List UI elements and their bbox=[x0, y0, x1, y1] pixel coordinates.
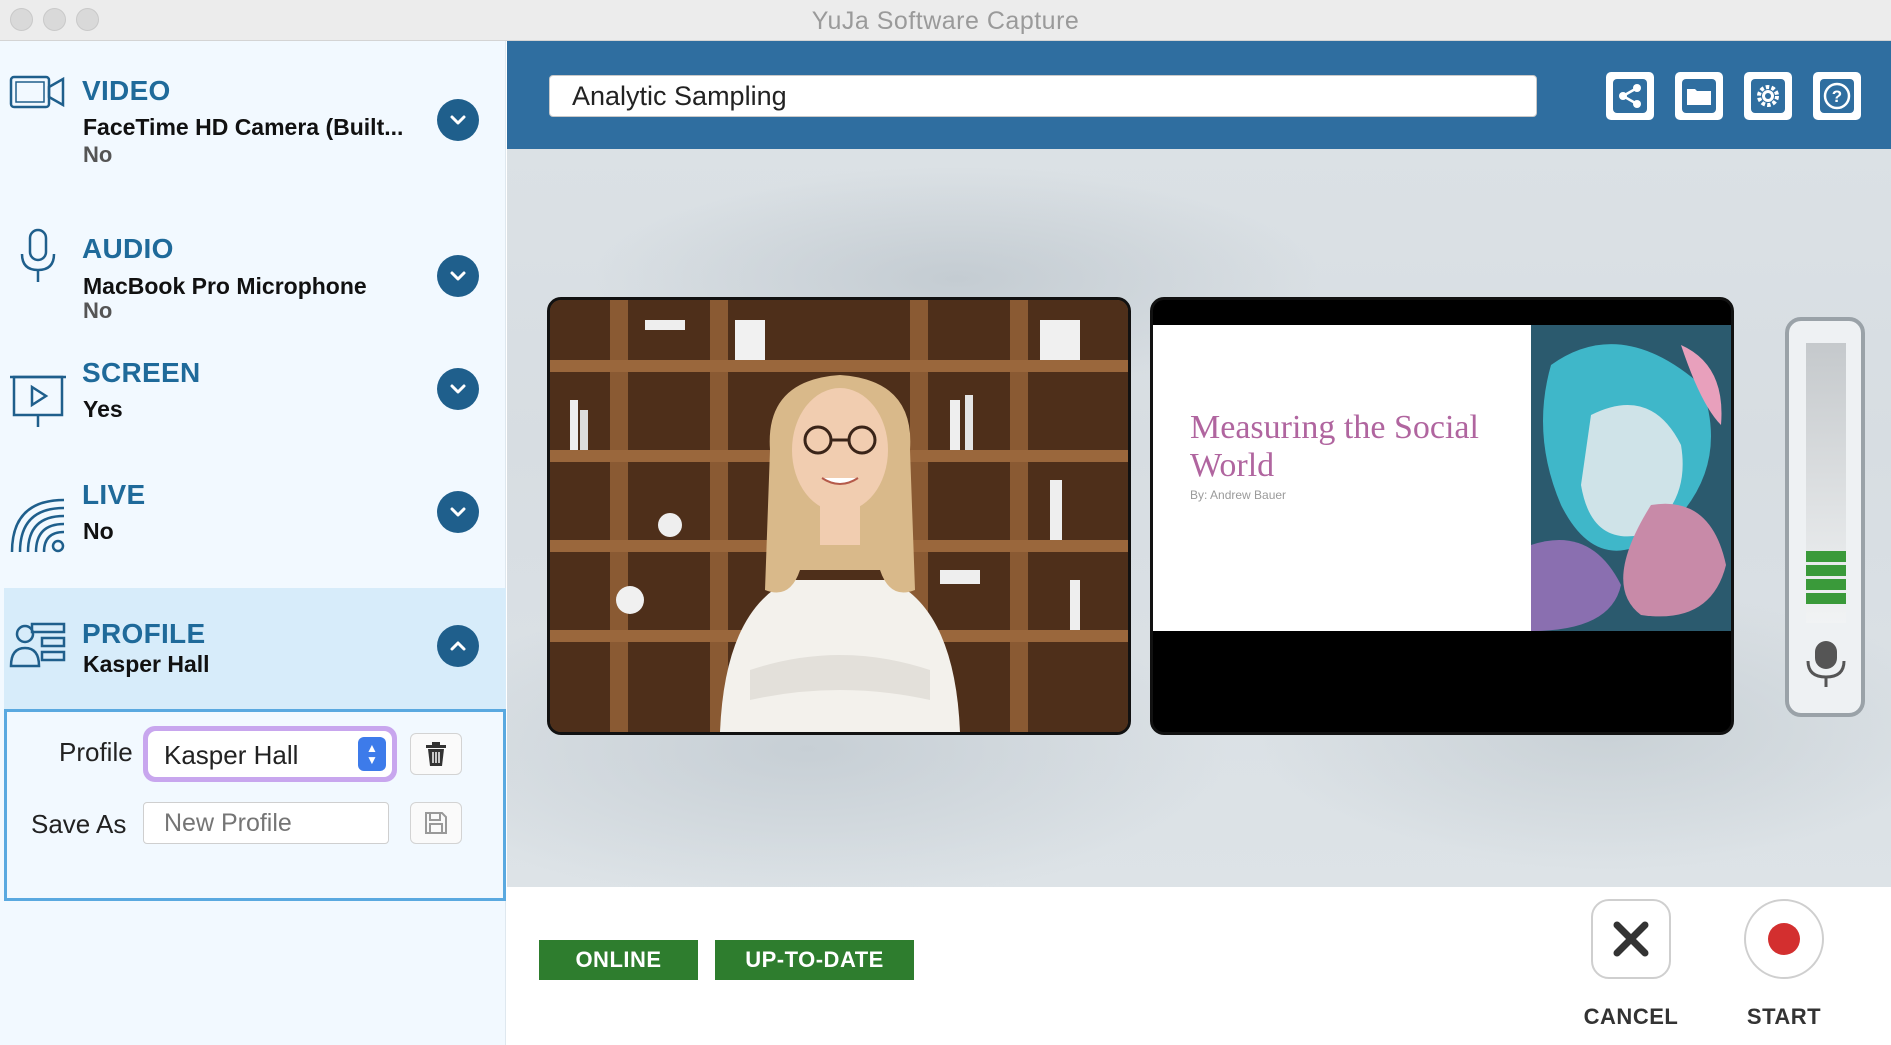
audio-level-bars bbox=[1806, 551, 1846, 607]
audio-level-meter bbox=[1785, 317, 1865, 717]
profile-panel: Profile Kasper Hall ▲ ▼ Save As bbox=[4, 709, 506, 901]
settings-gear-icon bbox=[1751, 79, 1785, 113]
profile-select-value: Kasper Hall bbox=[164, 740, 299, 770]
window-titlebar: YuJa Software Capture bbox=[0, 0, 1891, 41]
sidebar: VIDEO FaceTime HD Camera (Built... No AU… bbox=[0, 41, 506, 1045]
chevron-down-icon bbox=[450, 507, 466, 517]
folder-icon bbox=[1682, 79, 1716, 113]
floppy-disk-icon bbox=[425, 812, 447, 834]
video-device: FaceTime HD Camera (Built... bbox=[83, 114, 404, 140]
save-profile-button[interactable] bbox=[410, 802, 462, 844]
screen-expand-button[interactable] bbox=[437, 368, 479, 410]
settings-button[interactable] bbox=[1744, 72, 1792, 120]
chevron-down-icon bbox=[450, 271, 466, 281]
start-label: START bbox=[1746, 1004, 1822, 1029]
svg-text:?: ? bbox=[1832, 87, 1842, 106]
help-icon: ? bbox=[1820, 79, 1854, 113]
record-icon bbox=[1768, 923, 1800, 955]
screen-section[interactable]: SCREEN Yes bbox=[0, 341, 506, 461]
cancel-label: CANCEL bbox=[1583, 1004, 1679, 1029]
chevron-down-icon bbox=[450, 115, 466, 125]
help-button[interactable]: ? bbox=[1813, 72, 1861, 120]
chevron-down-icon bbox=[450, 384, 466, 394]
microphone-icon bbox=[20, 228, 56, 282]
video-camera-icon bbox=[9, 75, 65, 109]
audio-section[interactable]: AUDIO MacBook Pro Microphone No bbox=[0, 191, 506, 341]
screen-status: Yes bbox=[83, 396, 123, 422]
profile-select[interactable]: Kasper Hall ▲ ▼ bbox=[143, 726, 397, 782]
audio-expand-button[interactable] bbox=[437, 255, 479, 297]
camera-feed-image bbox=[550, 300, 1128, 732]
profile-list-icon bbox=[9, 622, 66, 668]
open-folder-button[interactable] bbox=[1675, 72, 1723, 120]
close-x-icon bbox=[1613, 921, 1649, 957]
start-recording-button[interactable] bbox=[1744, 899, 1824, 979]
audio-device: MacBook Pro Microphone bbox=[83, 273, 367, 299]
preview-stage: Measuring the Social World By: Andrew Ba… bbox=[507, 149, 1891, 887]
session-title-input[interactable] bbox=[549, 75, 1537, 117]
live-heading: LIVE bbox=[82, 479, 146, 510]
online-status-badge: ONLINE bbox=[539, 940, 698, 980]
profile-name: Kasper Hall bbox=[83, 651, 210, 677]
camera-preview[interactable] bbox=[547, 297, 1131, 735]
live-section[interactable]: LIVE No bbox=[0, 461, 506, 588]
live-expand-button[interactable] bbox=[437, 491, 479, 533]
slide-canvas: Measuring the Social World By: Andrew Ba… bbox=[1153, 325, 1731, 631]
video-section[interactable]: VIDEO FaceTime HD Camera (Built... No bbox=[0, 41, 506, 191]
trash-icon bbox=[426, 742, 446, 766]
audio-heading: AUDIO bbox=[82, 233, 174, 264]
screen-preview[interactable]: Measuring the Social World By: Andrew Ba… bbox=[1150, 297, 1734, 735]
profile-collapse-button[interactable] bbox=[437, 625, 479, 667]
audio-status: No bbox=[83, 298, 113, 323]
slide-title-line1: Measuring the Social bbox=[1190, 409, 1479, 446]
select-stepper-icon: ▲ ▼ bbox=[358, 737, 386, 771]
window-title: YuJa Software Capture bbox=[811, 7, 1080, 35]
cancel-button[interactable] bbox=[1591, 899, 1671, 979]
live-status: No bbox=[83, 518, 114, 544]
chevron-up-icon bbox=[450, 641, 466, 651]
slide-author: By: Andrew Bauer bbox=[1190, 488, 1287, 502]
slide-title-line2: World bbox=[1190, 447, 1275, 484]
top-toolbar: ? bbox=[507, 41, 1891, 149]
screen-heading: SCREEN bbox=[82, 357, 201, 388]
share-icon bbox=[1613, 79, 1647, 113]
slide-abstract-art-image bbox=[1531, 325, 1731, 631]
profile-section[interactable]: PROFILE Kasper Hall bbox=[4, 588, 506, 709]
video-expand-button[interactable] bbox=[437, 99, 479, 141]
broadcast-icon bbox=[10, 498, 65, 553]
profile-label: Profile bbox=[59, 737, 133, 767]
up-to-date-status-badge: UP-TO-DATE bbox=[715, 940, 914, 980]
video-status: No bbox=[83, 142, 113, 167]
screen-presentation-icon bbox=[10, 375, 66, 427]
bottom-bar: ONLINE UP-TO-DATE CANCEL START bbox=[507, 887, 1891, 1045]
profile-heading: PROFILE bbox=[82, 618, 206, 649]
save-as-label: Save As bbox=[31, 809, 127, 839]
new-profile-input[interactable] bbox=[143, 802, 389, 844]
delete-profile-button[interactable] bbox=[410, 733, 462, 775]
share-button[interactable] bbox=[1606, 72, 1654, 120]
video-heading: VIDEO bbox=[82, 75, 171, 106]
microphone-icon bbox=[1806, 641, 1846, 687]
